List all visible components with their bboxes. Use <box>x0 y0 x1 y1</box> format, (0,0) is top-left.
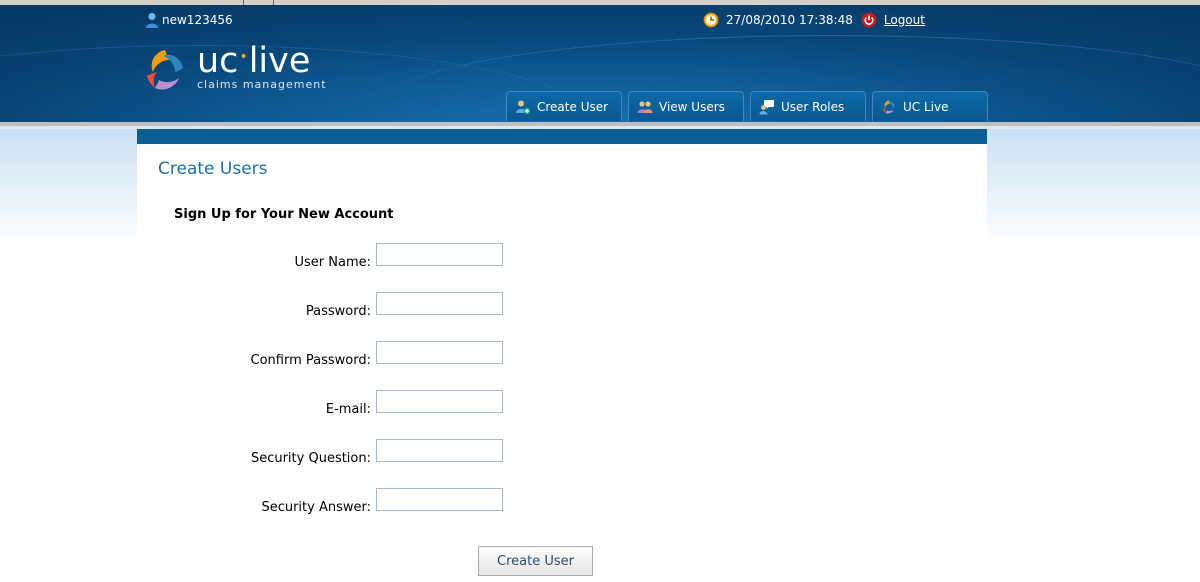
security-question-input[interactable] <box>376 439 503 462</box>
create-user-icon <box>516 100 531 114</box>
password-label: Password: <box>305 304 371 319</box>
uclive-logo: uc • live claims management <box>141 41 327 94</box>
confirm-password-input[interactable] <box>376 341 503 364</box>
tab-user-roles-label: User Roles <box>781 99 845 114</box>
email-input[interactable] <box>376 390 503 413</box>
uc-live-icon <box>883 99 895 114</box>
tab-uc-live-label: UC Live <box>903 99 949 114</box>
logo-brand-left: uc <box>197 41 239 81</box>
user-icon <box>146 13 158 28</box>
datetime-label: 27/08/2010 17:38:48 <box>726 13 853 27</box>
tab-uc-live[interactable]: UC Live <box>872 91 988 121</box>
username-input[interactable] <box>376 243 503 266</box>
security-question-label: Security Question: <box>250 451 371 466</box>
left-side-gradient <box>0 129 137 249</box>
tab-view-users-label: View Users <box>659 99 725 114</box>
uclive-logo-mark-icon <box>147 50 183 90</box>
create-user-button[interactable]: Create User <box>478 546 593 576</box>
form-heading: Sign Up for Your New Account <box>174 207 394 222</box>
current-user: new123456 <box>145 12 233 28</box>
confirm-password-label: Confirm Password: <box>250 353 371 368</box>
tab-view-users[interactable]: View Users <box>628 91 744 121</box>
logo-subtitle: claims management <box>197 78 327 91</box>
username-label: User Name: <box>294 255 372 270</box>
logo-brand-right: live <box>248 41 311 81</box>
logout-link[interactable]: Logout <box>884 13 925 27</box>
session-info: 27/08/2010 17:38:48 Logout <box>703 12 925 28</box>
user-roles-icon <box>759 99 774 114</box>
username-label: new123456 <box>162 13 233 27</box>
power-icon[interactable] <box>861 12 877 28</box>
view-users-icon <box>637 100 653 113</box>
security-answer-input[interactable] <box>376 488 503 511</box>
content-top-bar <box>137 129 987 144</box>
page-title: Create Users <box>158 159 268 179</box>
tab-create-user-label: Create User <box>537 99 609 114</box>
tab-create-user[interactable]: Create User <box>506 91 622 121</box>
security-answer-label: Security Answer: <box>261 500 371 515</box>
right-side-gradient <box>987 129 1200 249</box>
tab-user-roles[interactable]: User Roles <box>750 91 866 121</box>
password-input[interactable] <box>376 292 503 315</box>
logo-brand-dot: • <box>239 49 248 65</box>
email-label: E-mail: <box>325 402 371 417</box>
clock-icon <box>703 12 719 28</box>
main-nav: Create User View Users User Roles UC Liv… <box>506 91 994 121</box>
